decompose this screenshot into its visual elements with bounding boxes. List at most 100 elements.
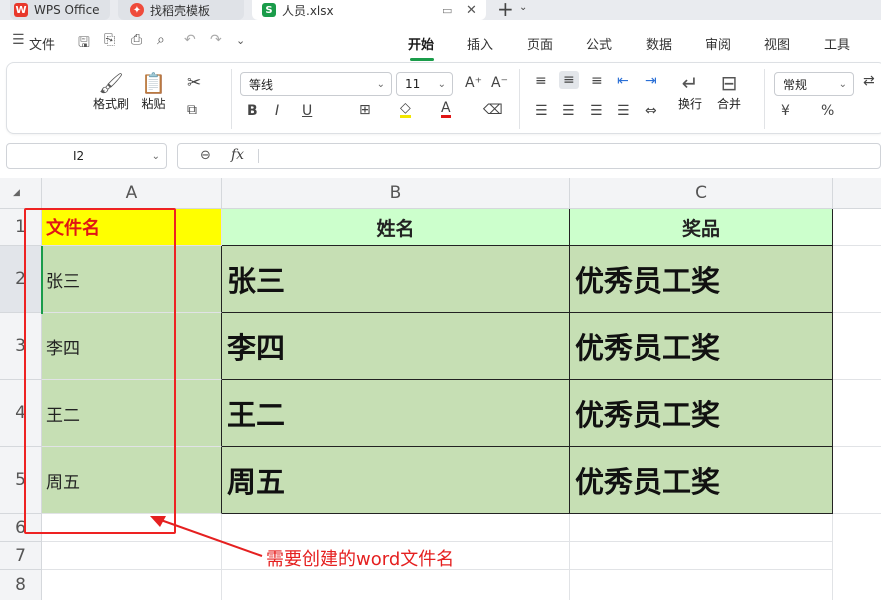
cell-d3[interactable] [833,313,881,380]
number-format-select[interactable]: 常规 ⌄ [774,72,854,96]
cell-d2[interactable] [833,246,881,313]
corner-triangle-icon: ◢ [13,188,20,198]
cut-icon[interactable]: ✂ [187,73,201,93]
font-name-select[interactable]: 等线 ⌄ [240,72,392,96]
tab-data[interactable]: 数据 [646,34,672,53]
name-box[interactable]: I2 ⌄ [6,143,167,169]
save-icon[interactable]: 🖫 [78,32,90,56]
underline-button[interactable]: U [302,103,312,119]
cell-c8[interactable] [570,570,833,600]
font-size-value: 11 [405,77,421,91]
zoom-icon[interactable]: ⊖ [200,148,211,163]
file-menu[interactable]: 文件 [29,34,55,53]
increase-font-icon[interactable]: A⁺ [465,75,482,91]
paste-button[interactable]: 📋 粘贴 [141,71,166,112]
chevron-down-icon: ⌄ [376,78,385,90]
tab-label: WPS Office [34,3,100,17]
menu-bar: ☰ 文件 🖫 ⎘ ⎙ ⌕ ↶ ↷ ⌄ 开始 插入 页面 公式 数据 审阅 视图 … [0,20,881,62]
align-center-icon[interactable]: ☰ [562,103,575,119]
tab-insert[interactable]: 插入 [467,34,493,53]
more-chevron-icon[interactable]: ⌄ [236,34,245,47]
cell-c7[interactable] [570,542,833,570]
cell-a7[interactable] [42,542,222,570]
cell-c3[interactable]: 优秀员工奖 [570,313,833,380]
cell-c1[interactable]: 奖品 [570,209,833,246]
align-bottom-icon[interactable]: ≡ [591,73,603,89]
font-color-icon[interactable]: A [441,101,451,118]
cell-b5[interactable]: 周五 [222,447,570,514]
row-header[interactable]: 8 [0,570,42,600]
cell-b8[interactable] [222,570,570,600]
format-painter-button[interactable]: 🖌 格式刷 [93,71,129,112]
function-button[interactable]: fx [231,147,244,163]
number-format-value: 常规 [783,77,808,92]
convert-icon[interactable]: ⇄ [863,73,875,89]
wrap-text-icon: ↵ [681,71,699,95]
cell-b6[interactable] [222,514,570,542]
hamburger-icon[interactable]: ☰ [12,32,25,48]
merge-cells-button[interactable]: ⊟ 合并 [717,71,741,112]
distribute-icon[interactable]: ⇔ [645,103,657,119]
tab-wps-office[interactable]: W WPS Office [10,0,110,20]
tab-tools[interactable]: 工具 [824,34,850,53]
column-header-d[interactable] [833,178,881,209]
tab-home[interactable]: 开始 [408,34,434,53]
justify-icon[interactable]: ☰ [617,103,630,119]
tab-workbook[interactable]: S 人员.xlsx ▭ ✕ [252,0,486,20]
divider [231,69,232,129]
tab-view[interactable]: 视图 [764,34,790,53]
cell-b3[interactable]: 李四 [222,313,570,380]
align-left-icon[interactable]: ☰ [535,103,548,119]
row-header[interactable]: 7 [0,542,42,570]
cell-c6[interactable] [570,514,833,542]
cell-d4[interactable] [833,380,881,447]
font-size-select[interactable]: 11 ⌄ [396,72,453,96]
align-right-icon[interactable]: ☰ [590,103,603,119]
eraser-icon[interactable]: ⌫ [483,102,503,118]
cell-b1[interactable]: 姓名 [222,209,570,246]
tab-review[interactable]: 审阅 [705,34,731,53]
percent-format-button[interactable]: % [821,103,834,119]
select-all-corner[interactable]: ◢ [0,178,42,209]
export-icon[interactable]: ⎘ [104,32,115,48]
window-restore-icon[interactable]: ▭ [442,4,452,17]
formula-bar[interactable]: ⊖ fx [177,143,881,169]
redo-icon[interactable]: ↷ [210,32,222,48]
tab-page[interactable]: 页面 [527,34,553,53]
cell-d5[interactable] [833,447,881,514]
cell-b2[interactable]: 张三 [222,246,570,313]
align-middle-icon[interactable]: ≡ [559,71,579,89]
wrap-text-button[interactable]: ↵ 换行 [678,71,702,112]
indent-increase-icon[interactable]: ⇥ [645,73,657,89]
divider [258,149,259,163]
wps-logo-icon: W [14,3,28,17]
cell-c4[interactable]: 优秀员工奖 [570,380,833,447]
indent-decrease-icon[interactable]: ⇤ [617,73,629,89]
print-preview-icon[interactable]: ⌕ [157,32,165,48]
cell-c2[interactable]: 优秀员工奖 [570,246,833,313]
align-top-icon[interactable]: ≡ [535,73,547,89]
currency-format-button[interactable]: ¥ [781,103,790,119]
new-tab-button[interactable]: + [497,0,514,21]
chevron-down-icon[interactable]: ⌄ [519,2,527,13]
tab-docer-templates[interactable]: ✦ 找稻壳模板 [118,0,244,20]
print-icon[interactable]: ⎙ [131,32,142,48]
close-tab-icon[interactable]: ✕ [466,3,477,18]
bold-button[interactable]: B [247,103,258,119]
cell-d1[interactable] [833,209,881,246]
fill-color-icon[interactable]: ◇ [400,101,411,118]
italic-button[interactable]: I [275,103,279,119]
column-header-c[interactable]: C [570,178,833,209]
chevron-down-icon: ⌄ [838,78,847,90]
decrease-font-icon[interactable]: A⁻ [491,75,508,91]
copy-icon[interactable]: ⧉ [187,102,197,118]
tab-formulas[interactable]: 公式 [586,34,612,53]
borders-icon[interactable]: ⊞ [359,102,371,118]
cell-c5[interactable]: 优秀员工奖 [570,447,833,514]
column-header-b[interactable]: B [222,178,570,209]
wrap-text-label: 换行 [678,97,703,111]
cell-b4[interactable]: 王二 [222,380,570,447]
undo-icon[interactable]: ↶ [184,32,196,48]
cell-a8[interactable] [42,570,222,600]
column-header-a[interactable]: A [42,178,222,209]
